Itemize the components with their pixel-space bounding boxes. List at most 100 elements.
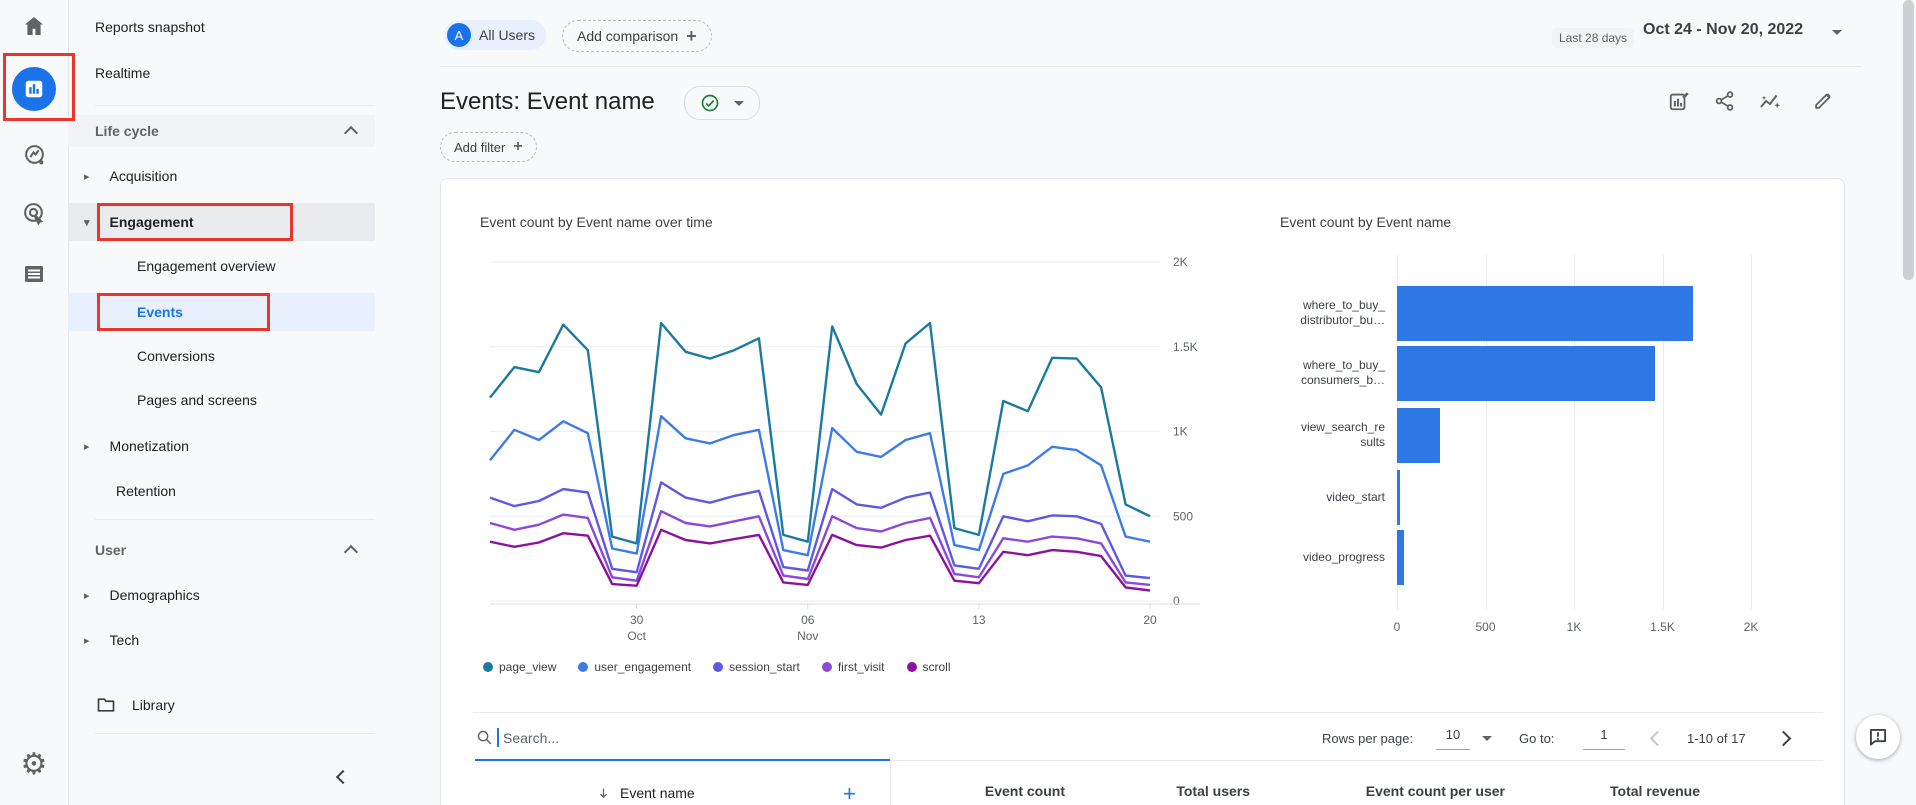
section-label: Life cycle: [95, 123, 159, 139]
goto-input[interactable]: 1: [1583, 727, 1625, 750]
admin-list-icon[interactable]: [0, 262, 68, 286]
date-preset-badge: Last 28 days: [1552, 28, 1635, 48]
sidebar-item-retention[interactable]: Retention: [116, 473, 176, 509]
sidebar-item-label: Events: [137, 304, 183, 320]
customize-report-icon[interactable]: [1668, 90, 1690, 117]
section-label: User: [95, 542, 127, 558]
edit-pencil-icon[interactable]: [1812, 90, 1834, 117]
bar-video_start[interactable]: [1397, 470, 1400, 525]
reports-icon[interactable]: [0, 67, 68, 111]
table-top-divider: [473, 712, 1823, 713]
column-header-total-revenue[interactable]: Total revenue: [1610, 783, 1700, 805]
all-users-chip[interactable]: A All Users: [444, 20, 546, 50]
sidebar-item-acquisition[interactable]: ▸ Acquisition: [84, 158, 177, 194]
legend-item-user_engagement[interactable]: user_engagement: [578, 660, 691, 674]
legend-label: user_engagement: [594, 660, 692, 674]
goto-label: Go to:: [1519, 731, 1555, 746]
bar-x-axis-label: 1.5K: [1650, 620, 1675, 634]
feedback-bubble-icon: [1870, 729, 1886, 746]
legend-dot-icon: [906, 662, 917, 672]
sidebar-item-reports-snapshot[interactable]: Reports snapshot: [95, 9, 205, 45]
sidebar-item-realtime[interactable]: Realtime: [95, 55, 150, 91]
bar-category-label: video_start: [1326, 489, 1385, 504]
add-dimension-button[interactable]: +: [843, 781, 856, 805]
legend-label: page_view: [499, 660, 557, 674]
expand-arrow-icon[interactable]: ▸: [84, 440, 90, 453]
date-range-picker[interactable]: Oct 24 - Nov 20, 2022: [1643, 21, 1803, 39]
folder-icon: [97, 698, 115, 712]
section-header-user[interactable]: User: [95, 532, 126, 568]
table-header-divider: [890, 760, 1823, 761]
bar-where_to_buy_distributor_bu…[interactable]: [1397, 286, 1693, 341]
share-icon[interactable]: [1714, 90, 1736, 117]
rows-per-page-select[interactable]: 10: [1436, 727, 1470, 750]
insights-icon[interactable]: [1758, 90, 1782, 119]
ga4-app: ⚙ Reports snapshot Realtime Life cycle ▸…: [0, 0, 1916, 805]
sidebar-item-demographics[interactable]: ▸ Demographics: [84, 577, 200, 613]
app-rail: ⚙: [0, 0, 69, 805]
bar-where_to_buy_consumers_b…[interactable]: [1397, 346, 1655, 401]
expand-arrow-icon[interactable]: ▸: [84, 170, 90, 183]
y-axis-label: 0: [1173, 594, 1180, 608]
collapse-sidebar-icon[interactable]: [335, 769, 351, 785]
sidebar-item-pages-and-screens[interactable]: Pages and screens: [137, 382, 257, 418]
bar-video_progress[interactable]: [1397, 530, 1404, 585]
search-input[interactable]: Search...: [503, 730, 559, 746]
x-axis-label: 30: [630, 613, 644, 627]
x-axis-label: 06: [801, 613, 815, 627]
date-range-label: Oct 24 - Nov 20, 2022: [1643, 21, 1804, 38]
report-quality-badge[interactable]: [684, 86, 760, 120]
bar-chart[interactable]: 0 500 1K 1.5K 2K where_to_buy_ distributor_bu……: [1260, 250, 1820, 650]
legend-item-session_start[interactable]: session_start: [713, 660, 800, 674]
section-header-life-cycle[interactable]: Life cycle: [95, 113, 159, 149]
plus-icon: +: [513, 138, 523, 155]
sidebar-divider: [95, 105, 375, 106]
sidebar-item-library[interactable]: Library: [96, 687, 175, 723]
legend-item-page_view[interactable]: page_view: [483, 660, 556, 674]
sidebar-item-label: Tech: [109, 632, 140, 648]
column-header-event-count[interactable]: Event count: [985, 783, 1065, 805]
legend-item-scroll[interactable]: scroll: [906, 660, 951, 674]
bar-view_search_results[interactable]: [1397, 408, 1441, 463]
column-header-event-name[interactable]: Event name: [620, 785, 695, 801]
sidebar-item-conversions[interactable]: Conversions: [137, 338, 215, 374]
sidebar-item-tech[interactable]: ▸ Tech: [84, 622, 139, 658]
home-icon[interactable]: [0, 14, 68, 38]
settings-gear-icon[interactable]: ⚙: [0, 748, 68, 782]
y-axis-label: 2K: [1173, 255, 1188, 269]
collapse-arrow-icon[interactable]: ▾: [84, 216, 90, 229]
x-axis-label: Nov: [797, 629, 818, 643]
page-title: Events: Event name: [440, 88, 655, 115]
reports-icon-active-circle: [12, 67, 56, 111]
column-header-total-users[interactable]: Total users: [1176, 783, 1250, 805]
date-caret-icon[interactable]: [1832, 30, 1842, 35]
sidebar-item-engagement[interactable]: ▾ Engagement: [84, 204, 194, 240]
add-filter-button[interactable]: Add filter +: [440, 132, 537, 162]
sidebar-item-monetization[interactable]: ▸ Monetization: [84, 428, 189, 464]
legend-item-first_visit[interactable]: first_visit: [821, 660, 885, 674]
bar-x-axis-label: 2K: [1743, 620, 1759, 634]
sidebar-item-events[interactable]: Events: [137, 294, 183, 330]
sidebar-item-label: Monetization: [109, 438, 189, 454]
sidebar-item-label: Reports snapshot: [95, 19, 205, 35]
text-cursor: [497, 728, 499, 747]
explore-icon[interactable]: [0, 143, 68, 168]
bar-chart-title: Event count by Event name: [1280, 214, 1452, 230]
expand-arrow-icon[interactable]: ▸: [84, 634, 90, 647]
legend-label: first_visit: [837, 660, 885, 674]
feedback-button[interactable]: [1856, 715, 1900, 759]
scrollbar-thumb[interactable]: [1903, 0, 1914, 280]
sidebar-item-label: Engagement overview: [137, 258, 276, 274]
collapse-section-icon[interactable]: [343, 544, 359, 560]
expand-arrow-icon[interactable]: ▸: [84, 589, 90, 602]
rows-per-page-caret-icon[interactable]: [1482, 736, 1492, 741]
line-chart[interactable]: 0 500 1K 1.5K 2K 30 Oct 06 Nov 13 20: [460, 200, 1230, 670]
sidebar-item-label: Engagement: [109, 214, 194, 230]
sidebar-item-label: Pages and screens: [137, 392, 257, 408]
sort-descending-icon[interactable]: [596, 786, 611, 805]
sidebar-item-engagement-overview[interactable]: Engagement overview: [137, 248, 276, 284]
legend-dot-icon: [483, 662, 493, 672]
advertising-icon[interactable]: [0, 201, 68, 226]
add-comparison-button[interactable]: Add comparison +: [562, 20, 712, 52]
column-header-event-count-per-user[interactable]: Event count per user: [1366, 783, 1505, 805]
